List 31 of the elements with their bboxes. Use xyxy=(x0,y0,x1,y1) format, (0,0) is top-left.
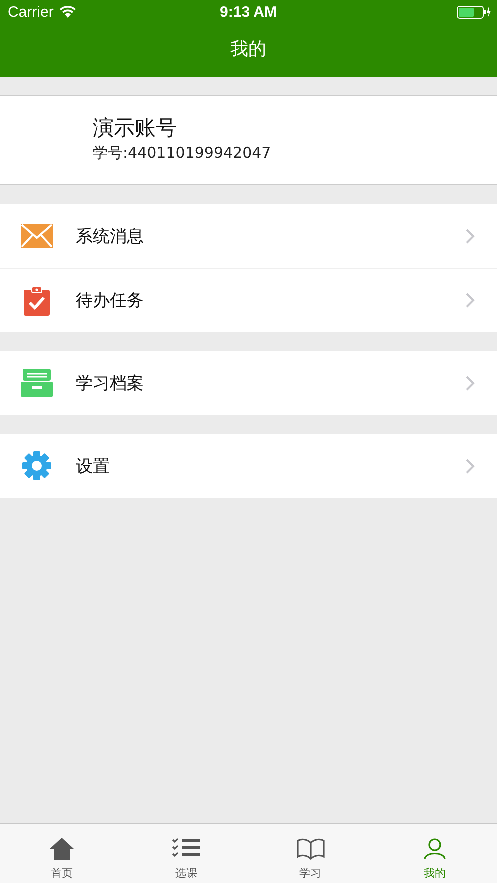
menu-label: 系统消息 xyxy=(76,226,145,248)
menu-item[interactable]: 待办任务 xyxy=(0,268,497,332)
tab-item[interactable]: 选课 xyxy=(124,824,248,883)
chevron-right-icon xyxy=(466,458,475,474)
menu-item[interactable]: 设置 xyxy=(0,434,497,498)
tab-item[interactable]: 学习 xyxy=(248,824,373,883)
chevron-right-icon xyxy=(466,376,475,390)
student-id: 学号:440110199942047 xyxy=(93,144,272,163)
wifi-icon xyxy=(60,6,76,18)
drawer-icon xyxy=(20,369,54,397)
chevron-right-icon xyxy=(466,228,475,244)
tab-item[interactable]: 我的 xyxy=(372,824,497,883)
time-text: 9:13 AM xyxy=(220,4,277,20)
checklist-icon xyxy=(172,838,200,860)
menu-item[interactable]: 学习档案 xyxy=(0,351,497,415)
home-icon xyxy=(50,838,74,860)
menu-label: 设置 xyxy=(76,456,111,478)
carrier-text: Carrier xyxy=(8,4,54,20)
page-title: 我的 xyxy=(230,38,266,60)
envelope-icon xyxy=(20,224,54,248)
open-book-icon xyxy=(296,838,325,860)
person-icon xyxy=(422,838,447,860)
menu-label: 学习档案 xyxy=(76,372,145,394)
menu-item[interactable]: 系统消息 xyxy=(0,204,497,268)
profile-card[interactable]: 演示账号 学号:440110199942047 xyxy=(0,95,497,185)
settings-icon xyxy=(20,451,54,481)
tab-item[interactable]: 首页 xyxy=(0,824,124,883)
battery-icon xyxy=(457,6,491,18)
menu-label: 待办任务 xyxy=(76,290,145,312)
chevron-right-icon xyxy=(466,293,475,308)
account-name: 演示账号 xyxy=(93,115,178,142)
